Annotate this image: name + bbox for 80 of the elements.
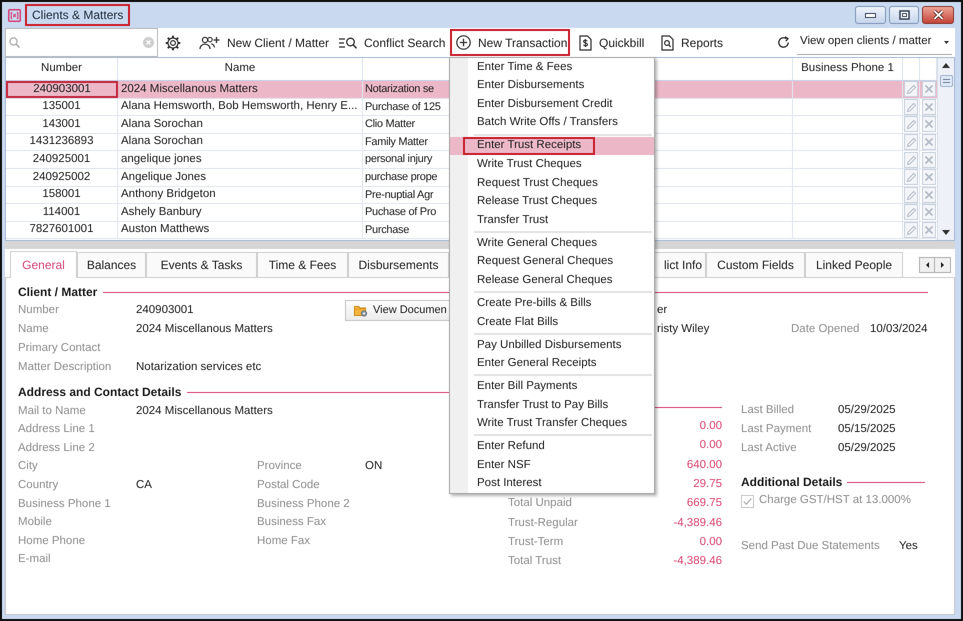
field-value: Notarization services etc bbox=[136, 360, 262, 373]
field-value: -4,389.46 bbox=[673, 554, 722, 570]
table-cell-text: Notarization se bbox=[365, 82, 434, 98]
field-label: Number bbox=[18, 304, 59, 316]
table-cell-text: purchase prope bbox=[365, 170, 438, 186]
table-cell: 240925002 bbox=[6, 168, 118, 186]
table-cell-text: personal injury bbox=[365, 152, 432, 168]
field-value: 05/29/2025 bbox=[838, 440, 896, 456]
section-heading: Client / Matter bbox=[18, 284, 98, 301]
table-cell: Auston Matthews bbox=[118, 222, 363, 238]
field-value: 669.75 bbox=[686, 496, 722, 512]
field-value: ON bbox=[365, 460, 382, 472]
field-value: 29.75 bbox=[693, 476, 722, 492]
field-value: CA bbox=[136, 479, 152, 492]
field-label: Business Phone 1 bbox=[18, 498, 111, 510]
field-label: Last Active bbox=[741, 442, 797, 454]
field-label: Home Phone bbox=[18, 534, 86, 547]
table-cell-text: Family Matter bbox=[365, 134, 428, 150]
field-label: Country bbox=[18, 479, 58, 492]
table-cell: 7827601001 bbox=[6, 222, 118, 238]
table-cell: Alana Sorochan bbox=[118, 116, 363, 133]
table-cell: 135001 bbox=[6, 98, 118, 116]
field-value: Yes bbox=[899, 539, 918, 554]
field-value: 05/29/2025 bbox=[838, 402, 896, 418]
table-cell: 2024 Miscellanous Matters bbox=[118, 81, 363, 98]
table-cell-text: Clio Matter bbox=[365, 117, 415, 132]
table-cell-text: Pre-nuptial Agr bbox=[365, 188, 434, 203]
table-cell: Anthony Bridgeton bbox=[118, 186, 363, 204]
field-label: Total Trust bbox=[508, 554, 562, 570]
field-value: risty Wiley bbox=[657, 322, 710, 335]
field-label: Total Unpaid bbox=[508, 496, 572, 512]
field-value: 0.00 bbox=[700, 534, 722, 550]
field-label: Mail to Name bbox=[18, 404, 86, 417]
field-value: 10/03/2024 bbox=[870, 322, 928, 335]
table-cell: 1431236893 bbox=[6, 134, 118, 150]
section-heading: Additional Details bbox=[741, 474, 842, 491]
field-label: Date Opened bbox=[791, 322, 860, 335]
table-cell: 240925001 bbox=[6, 151, 118, 168]
table-cell: Ashely Banbury bbox=[118, 204, 363, 221]
field-label: Province bbox=[257, 460, 302, 472]
table-cell: Alana Sorochan bbox=[118, 134, 363, 150]
field-label: E-mail bbox=[18, 553, 51, 566]
field-value: -4,389.46 bbox=[673, 516, 722, 530]
field-label: Address Line 1 bbox=[18, 423, 95, 436]
field-label: Home Fax bbox=[257, 534, 310, 547]
table-cell: Angelique Jones bbox=[118, 168, 363, 186]
table-cell-text: Puchase of Pro bbox=[365, 205, 436, 220]
field-value: 2024 Miscellanous Matters bbox=[136, 404, 273, 417]
field-label: Business Phone 2 bbox=[257, 498, 350, 510]
field-value: 0.00 bbox=[700, 438, 722, 454]
field-label: Name bbox=[18, 322, 49, 335]
field-value: 2024 Miscellanous Matters bbox=[136, 322, 273, 335]
table-cell: 240903001 bbox=[6, 81, 118, 98]
field-label: Address Line 2 bbox=[18, 442, 95, 454]
field-label: Business Fax bbox=[257, 516, 326, 528]
field-value: er bbox=[657, 304, 668, 316]
field-label: City bbox=[18, 460, 38, 472]
window-title: Clients & Matters bbox=[25, 4, 130, 26]
field-label: Matter Description bbox=[18, 360, 112, 373]
field-label: Trust-Regular bbox=[508, 516, 578, 530]
field-label: Postal Code bbox=[257, 479, 320, 492]
table-cell: 114001 bbox=[6, 204, 118, 221]
table-cell-text: Purchase bbox=[365, 222, 410, 238]
field-value: 640.00 bbox=[686, 458, 722, 473]
table-cell: 158001 bbox=[6, 186, 118, 204]
field-label: Send Past Due Statements bbox=[741, 540, 880, 552]
table-cell: angelique jones bbox=[118, 151, 363, 168]
field-label: Last Payment bbox=[741, 422, 812, 435]
checkbox-label: Charge GST/HST at 13.000% bbox=[759, 493, 911, 508]
field-value: 0.00 bbox=[700, 419, 722, 434]
table-cell: Alana Hemsworth, Bob Hemsworth, Henry E... bbox=[118, 98, 363, 116]
field-value: 240903001 bbox=[136, 304, 194, 316]
field-label: Mobile bbox=[18, 516, 52, 528]
table-cell: 143001 bbox=[6, 116, 118, 133]
section-heading: Address and Contact Details bbox=[18, 384, 182, 401]
field-label: Last Billed bbox=[741, 404, 794, 416]
field-label: Primary Contact bbox=[18, 342, 100, 354]
table-cell-text: Purchase of 125 bbox=[365, 100, 441, 115]
field-value: 05/15/2025 bbox=[838, 422, 896, 437]
field-label: Trust-Term bbox=[508, 534, 564, 550]
